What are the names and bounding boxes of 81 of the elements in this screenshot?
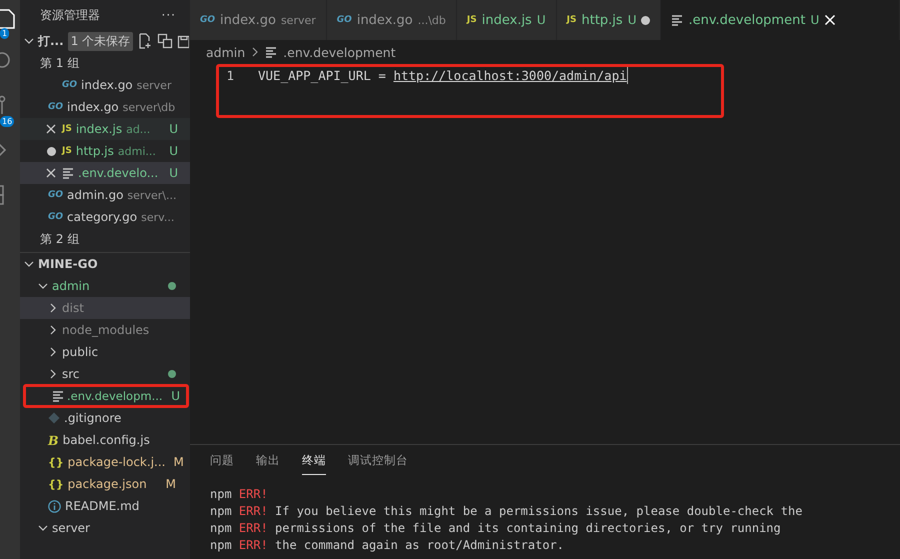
- folder-item[interactable]: public: [20, 341, 190, 363]
- go-file-icon: GO: [48, 102, 64, 112]
- open-editor-item[interactable]: GO admin.go server\...: [20, 184, 190, 206]
- folder-item[interactable]: node_modules: [20, 319, 190, 341]
- breadcrumb-item[interactable]: admin: [206, 44, 246, 60]
- json-file-icon: {}: [48, 478, 64, 490]
- panel-tab[interactable]: 调试控制台: [348, 453, 408, 475]
- chevron-down-icon[interactable]: [38, 523, 48, 533]
- count-badge: 16: [0, 116, 14, 127]
- unsaved-dot-icon: [641, 16, 650, 24]
- js-file-icon: JS: [62, 146, 72, 156]
- folder-item[interactable]: src: [20, 363, 190, 385]
- unsaved-dot-icon: [46, 146, 56, 156]
- open-editor-item[interactable]: GO category.go serv...: [20, 206, 190, 228]
- open-editors-header[interactable]: 打...: [38, 32, 64, 50]
- folder-item[interactable]: admin: [20, 275, 190, 297]
- group-label: 第 2 组: [40, 230, 80, 248]
- editor-tab[interactable]: JS index.js U: [456, 0, 557, 40]
- open-editor-item[interactable]: JS http.js admi... U: [20, 140, 190, 162]
- panel-tab[interactable]: 终端: [302, 453, 326, 475]
- go-file-icon: GO: [48, 190, 64, 200]
- chevron-down-icon[interactable]: [24, 259, 34, 269]
- js-file-icon: JS: [62, 124, 72, 134]
- copy-icon[interactable]: [157, 33, 174, 49]
- diamond-icon: [48, 412, 60, 424]
- text-cursor: [626, 66, 628, 84]
- file-item[interactable]: {} package-lock.j... M: [20, 451, 190, 473]
- folder-item[interactable]: server: [20, 517, 190, 539]
- file-item[interactable]: README.md: [20, 495, 190, 517]
- close-icon[interactable]: [46, 124, 56, 134]
- lines-icon: [265, 46, 278, 58]
- editor-tab[interactable]: GO index.go server: [190, 0, 327, 40]
- file-item[interactable]: .gitignore: [20, 407, 190, 429]
- chevron-right-icon[interactable]: [48, 303, 58, 313]
- group-label: 第 1 组: [40, 54, 80, 72]
- file-item[interactable]: {} package.json M: [20, 473, 190, 495]
- go-file-icon: GO: [48, 212, 64, 222]
- open-editor-item[interactable]: .env.develo... U: [20, 162, 190, 184]
- open-editor-item[interactable]: GO index.go server\db: [20, 96, 190, 118]
- lines-icon: [671, 14, 684, 26]
- editor-tab[interactable]: JS http.js U: [556, 0, 662, 40]
- chevron-down-icon[interactable]: [38, 281, 48, 291]
- terminal-line: npm ERR! the command again as root/Administrator.: [210, 538, 566, 554]
- open-editor-item[interactable]: JS index.js ad... U: [20, 118, 190, 140]
- count-badge: 1: [0, 28, 10, 39]
- file-item[interactable]: .env.developm... U: [24, 385, 188, 407]
- chevron-right-icon[interactable]: [48, 369, 58, 379]
- editor-tab[interactable]: GO index.go ...\db: [326, 0, 457, 40]
- go-file-icon: GO: [336, 15, 352, 25]
- chevron-down-icon[interactable]: [24, 36, 34, 46]
- js-file-icon: JS: [466, 15, 477, 25]
- terminal-line: npm ERR! If you believe this might be a permissions issue, please double-check the: [210, 504, 804, 520]
- more-actions-button[interactable]: ···: [162, 8, 176, 22]
- unsaved-badge: 1 个未保存: [68, 32, 134, 50]
- lines-icon: [52, 390, 64, 402]
- open-editor-item[interactable]: GO index.go server: [20, 74, 190, 96]
- babel-file-icon: B: [48, 432, 59, 448]
- close-icon[interactable]: [46, 168, 56, 178]
- lines-icon: [62, 167, 74, 179]
- editor-tab[interactable]: .env.development U: [661, 0, 900, 40]
- panel-tab[interactable]: 问题: [210, 453, 234, 475]
- json-file-icon: {}: [48, 456, 64, 468]
- code-line: VUE_APP_API_URL = http://localhost:3000/admin/api: [258, 68, 627, 82]
- terminal-line: npm ERR!: [210, 487, 269, 503]
- line-number: 1: [225, 68, 235, 82]
- save-all-icon[interactable]: [177, 33, 190, 49]
- explorer-title: 资源管理器: [40, 6, 100, 24]
- go-file-icon: GO: [62, 80, 78, 90]
- file-item[interactable]: B babel.config.js: [20, 429, 190, 451]
- chevron-right-icon[interactable]: [48, 347, 58, 357]
- chevron-right-icon: [251, 47, 260, 57]
- js-file-icon: JS: [566, 15, 576, 25]
- chevron-right-icon[interactable]: [48, 325, 58, 335]
- folder-header[interactable]: MINE-GO: [38, 257, 98, 271]
- folder-item[interactable]: dist: [20, 297, 190, 319]
- go-file-icon: GO: [200, 15, 216, 25]
- terminal-line: npm ERR! permissions of the file and its containing directories, or try running: [210, 521, 782, 537]
- info-icon: [48, 500, 61, 512]
- panel-tab[interactable]: 输出: [256, 453, 280, 475]
- new-file-icon[interactable]: [137, 33, 154, 49]
- breadcrumb-item[interactable]: .env.development: [283, 44, 396, 60]
